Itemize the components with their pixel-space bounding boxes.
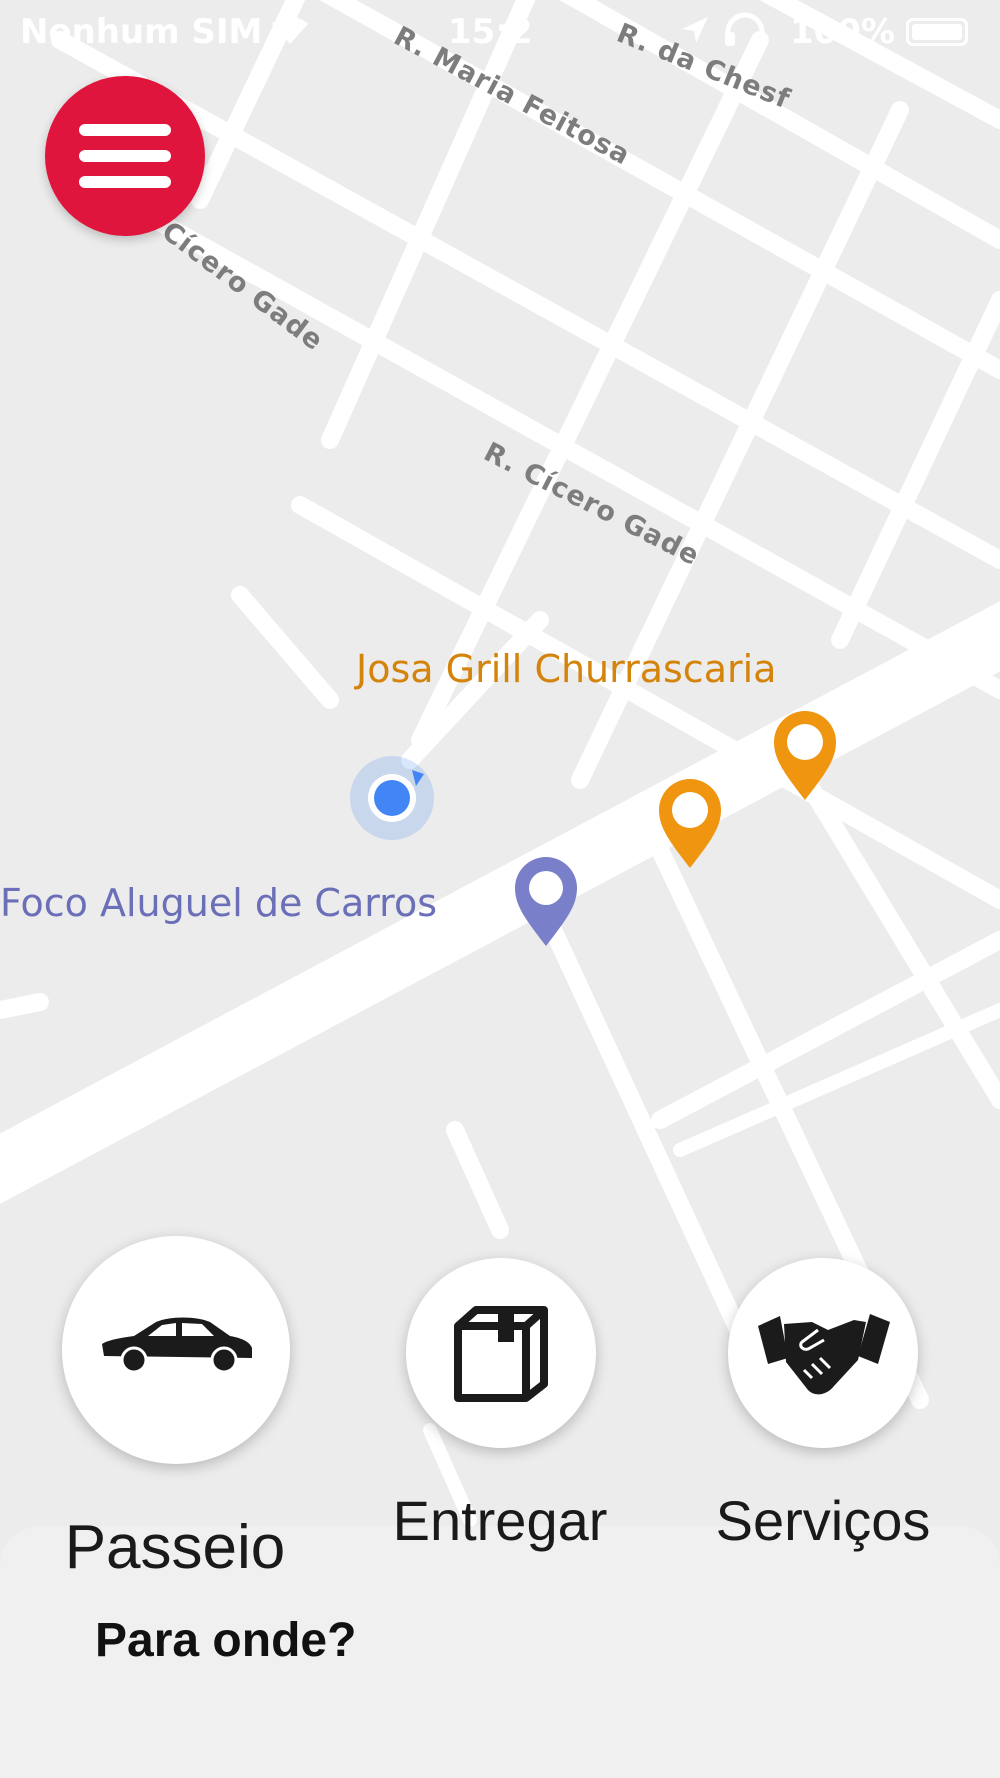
service-button-servicos[interactable]: Serviços [690, 1256, 1000, 1556]
handshake-icon [758, 1312, 890, 1406]
service-circle [62, 1236, 290, 1464]
service-circle [728, 1258, 918, 1448]
battery-icon [906, 18, 968, 46]
place-label-josa-grill[interactable]: Josa Grill Churrascaria [354, 647, 776, 691]
wifi-icon [270, 12, 310, 55]
service-label: Passeio [64, 1513, 286, 1582]
package-box-icon [450, 1304, 552, 1406]
headphones-icon [722, 12, 768, 57]
service-label: Entregar [392, 1489, 608, 1552]
service-circle [406, 1258, 596, 1448]
service-label: Serviços [715, 1489, 931, 1552]
location-arrow-icon [680, 14, 710, 54]
app-screen: R. da Chesf R. Maria Feitosa Cícero Gade… [0, 0, 1000, 1778]
status-time: 15:2 [448, 12, 533, 52]
service-button-entregar[interactable]: Entregar [370, 1256, 650, 1556]
service-button-passeio[interactable]: Passeio [0, 1230, 330, 1590]
menu-button[interactable] [45, 76, 205, 236]
user-location-icon [350, 756, 434, 840]
place-label-foco-aluguel[interactable]: Foco Aluguel de Carros [0, 881, 437, 925]
status-bar: Nenhum SIM 15:2 100% [0, 0, 1000, 64]
destination-search-prompt[interactable]: Para onde? [95, 1613, 356, 1668]
carrier-label: Nenhum SIM [20, 12, 263, 52]
battery-percentage: 100% [790, 12, 896, 52]
car-icon [98, 1314, 256, 1380]
